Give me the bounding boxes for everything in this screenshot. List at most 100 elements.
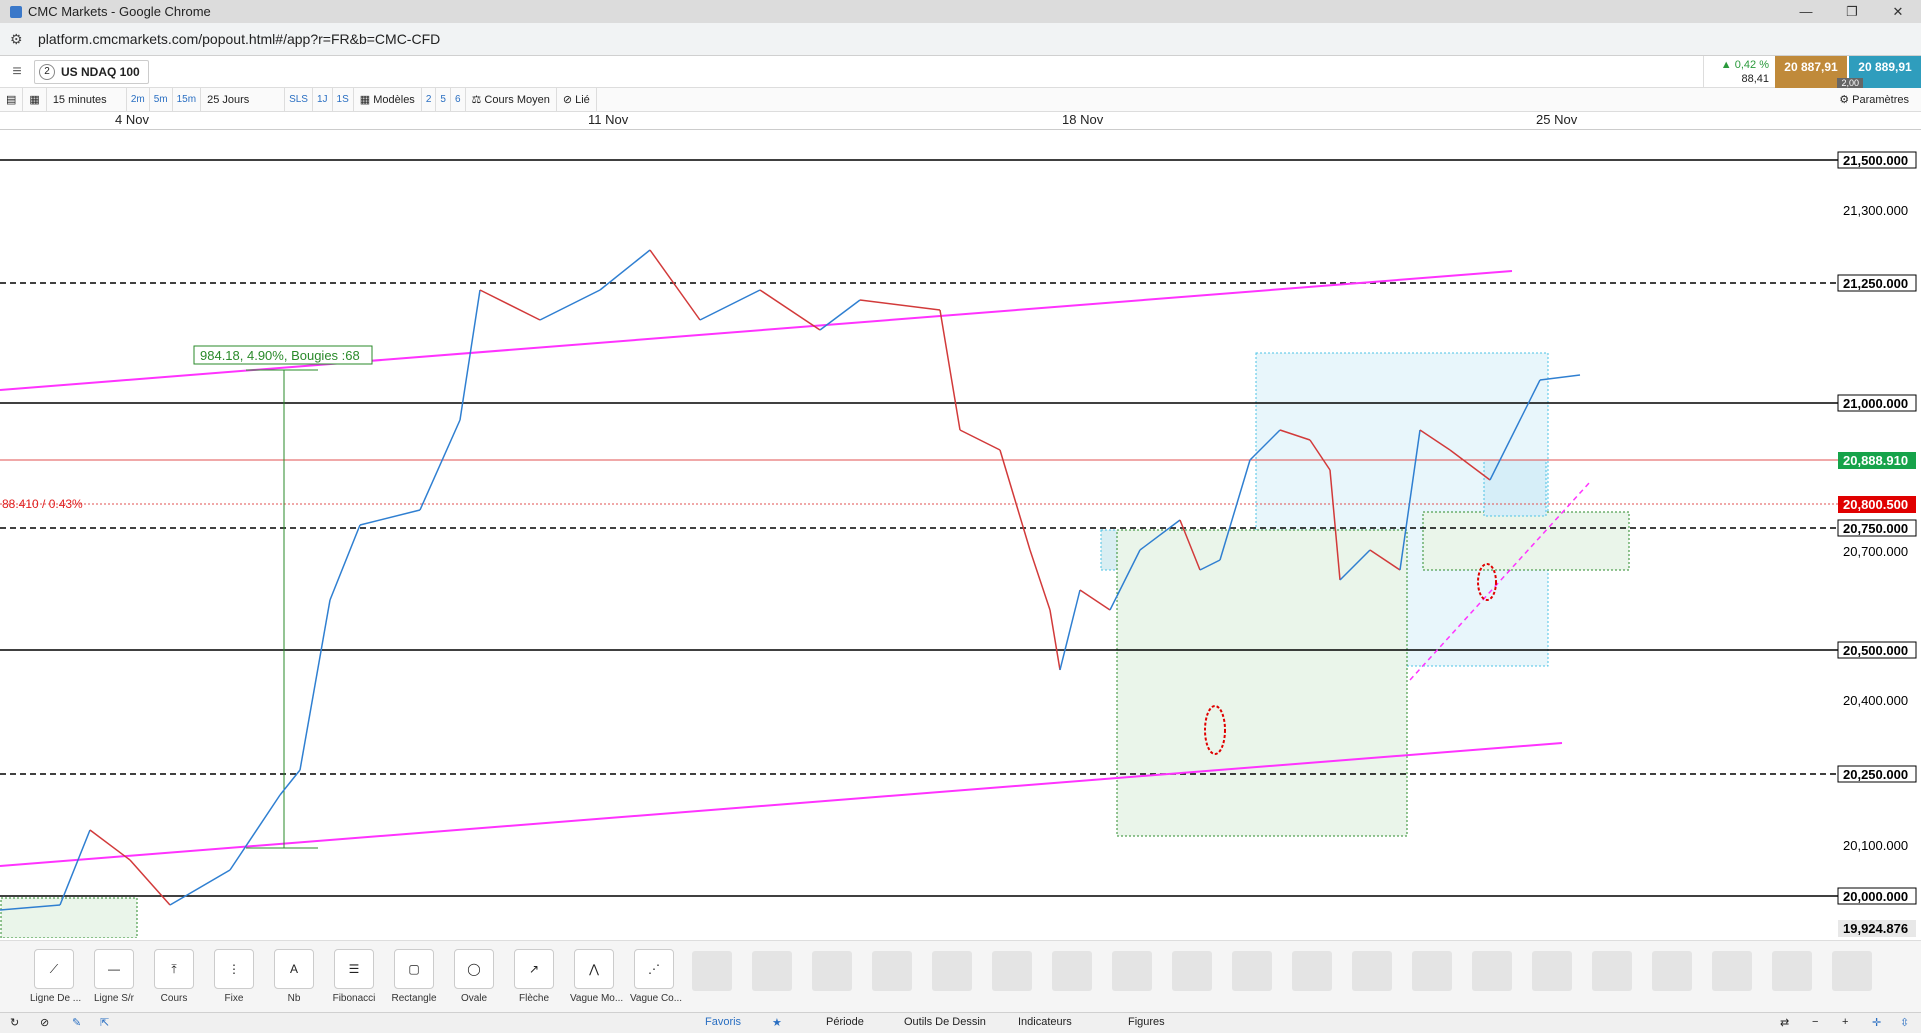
disable-icon[interactable]: ⊘ <box>40 1016 49 1029</box>
sell-button[interactable]: 20 887,91 <box>1775 56 1847 88</box>
price-segment <box>1029 549 1051 611</box>
target-zone[interactable] <box>1483 459 1547 517</box>
tab-periode[interactable]: Période <box>826 1016 864 1028</box>
measure-label: 984.18, 4.90%, Bougies :68 <box>200 348 360 363</box>
interval-15m-button[interactable]: 15m <box>173 87 202 112</box>
models-icon: ▦ <box>359 93 374 106</box>
range-zone[interactable] <box>1116 529 1408 837</box>
base-zone[interactable] <box>0 897 138 938</box>
close-icon[interactable]: ✕ <box>1875 0 1921 23</box>
tool-label: Nb <box>287 993 301 1004</box>
empty-slot[interactable] <box>1352 951 1392 991</box>
menu-icon[interactable]: ≡ <box>0 63 34 81</box>
price-segment <box>959 429 1001 451</box>
price-segment <box>649 249 701 321</box>
empty-slot[interactable] <box>872 951 912 991</box>
window-title: CMC Markets - Google Chrome <box>28 4 211 19</box>
range-1j-button[interactable]: 1J <box>313 87 333 112</box>
empty-slot[interactable] <box>1652 951 1692 991</box>
fit-icon[interactable]: ⇳ <box>1900 1016 1909 1029</box>
fibonacci-tool[interactable]: ☰ Fibonacci <box>330 949 378 1004</box>
range-1s-button[interactable]: 1S <box>333 87 354 112</box>
chart-toolbar: ▤ ▦ 15 minutes 2m 5m 15m 25 Jours SLS 1J… <box>0 87 1921 112</box>
empty-slot[interactable] <box>1292 951 1332 991</box>
average-price-button[interactable]: ⚖ Cours Moyen <box>466 87 557 112</box>
address-bar: ⚙ platform.cmcmarkets.com/popout.html#/a… <box>0 23 1921 56</box>
empty-slot[interactable] <box>932 951 972 991</box>
empty-slot[interactable] <box>1052 951 1092 991</box>
model-5-button[interactable]: 5 <box>436 87 451 112</box>
sr-line-tool[interactable]: — Ligne S/r <box>90 949 138 1004</box>
tab-outils-dessin[interactable]: Outils De Dessin <box>904 1016 986 1028</box>
empty-slot[interactable] <box>1832 951 1872 991</box>
pencil-icon[interactable]: ✎ <box>72 1016 81 1029</box>
model-2-button[interactable]: 2 <box>422 87 437 112</box>
empty-slot[interactable] <box>1592 951 1632 991</box>
url-text[interactable]: platform.cmcmarkets.com/popout.html#/app… <box>38 31 440 47</box>
empty-slot[interactable] <box>1532 951 1572 991</box>
oval-tool[interactable]: ◯ Ovale <box>450 949 498 1004</box>
range-select[interactable]: 25 Jours <box>201 87 286 112</box>
empty-slot[interactable] <box>812 951 852 991</box>
empty-slot[interactable] <box>1772 951 1812 991</box>
arrow-tool[interactable]: ↗ Flèche <box>510 949 558 1004</box>
empty-slot[interactable] <box>752 951 792 991</box>
layout-icon[interactable]: ▦ <box>23 87 47 112</box>
settings-button[interactable]: ⚙ Paramètres <box>1839 88 1909 112</box>
rectangle-icon: ▢ <box>394 949 434 989</box>
site-info-icon[interactable]: ⚙ <box>10 31 30 48</box>
instrument-name: US NDAQ 100 <box>61 64 140 79</box>
empty-slot[interactable] <box>1712 951 1752 991</box>
price-quote: ▲ 0,42 % 88,41 20 887,91 20 889,91 2,00 <box>1703 56 1921 88</box>
list-view-icon[interactable]: ▤ <box>0 87 24 112</box>
instrument-selector[interactable]: 2 US NDAQ 100 <box>34 59 149 84</box>
restore-icon[interactable]: ❐ <box>1829 0 1875 23</box>
models-button[interactable]: ▦ Modèles <box>354 87 422 112</box>
app-icon <box>10 5 22 18</box>
price-tool[interactable]: ⤒ Cours <box>150 949 198 1004</box>
wave-motor-tool[interactable]: ⋀ Vague Mo... <box>570 949 623 1004</box>
empty-slot[interactable] <box>1172 951 1212 991</box>
tool-label: Flèche <box>518 993 549 1004</box>
average-price-label: Cours Moyen <box>484 93 550 106</box>
price-segment <box>1049 609 1061 671</box>
interval-2m-button[interactable]: 2m <box>127 87 150 112</box>
empty-slot[interactable] <box>692 951 732 991</box>
breakout-zone[interactable] <box>1422 511 1630 571</box>
zoom-out-icon[interactable]: − <box>1812 1016 1818 1028</box>
arrow-icon: ↗ <box>514 949 554 989</box>
empty-slot[interactable] <box>1232 951 1272 991</box>
price-segment <box>759 289 821 331</box>
line-tool[interactable]: ⟋ Ligne De ... <box>30 949 81 1004</box>
fixed-tool[interactable]: ⋮ Fixe <box>210 949 258 1004</box>
model-6-button[interactable]: 6 <box>451 87 466 112</box>
tab-indicateurs[interactable]: Indicateurs <box>1018 1016 1072 1028</box>
swap-icon[interactable]: ⇄ <box>1780 1016 1789 1029</box>
interval-5m-button[interactable]: 5m <box>150 87 173 112</box>
tab-figures[interactable]: Figures <box>1128 1016 1165 1028</box>
empty-slot[interactable] <box>1472 951 1512 991</box>
cursor-icon[interactable]: ⇱ <box>100 1016 109 1029</box>
star-icon[interactable]: ★ <box>772 1016 782 1029</box>
zoom-in-icon[interactable]: + <box>1842 1016 1848 1028</box>
wave-corrective-tool[interactable]: ⋰ Vague Co... <box>630 949 682 1004</box>
window-titlebar: CMC Markets - Google Chrome — ❐ ✕ <box>0 0 1921 23</box>
price-label: 21,000.000 <box>1843 396 1908 411</box>
link-button[interactable]: ⊘ Lié <box>557 87 597 112</box>
price-segment <box>59 829 91 906</box>
refresh-icon[interactable]: ↻ <box>10 1016 19 1029</box>
price-segment <box>89 829 131 861</box>
average-price-icon: ⚖ <box>471 93 485 106</box>
empty-slot[interactable] <box>1412 951 1452 991</box>
tab-favoris[interactable]: Favoris <box>705 1016 741 1028</box>
empty-slot[interactable] <box>992 951 1032 991</box>
price-chart[interactable]: 984.18, 4.90%, Bougies :68 88.410 / 0.43… <box>0 130 1921 938</box>
empty-slot[interactable] <box>1112 951 1152 991</box>
interval-select[interactable]: 15 minutes <box>47 87 127 112</box>
crosshair-icon[interactable]: ✛ <box>1872 1016 1881 1029</box>
note-tool[interactable]: A Nb <box>270 949 318 1004</box>
range-sls-button[interactable]: SLS <box>285 87 313 112</box>
tool-label: Cours <box>160 993 188 1004</box>
minimize-icon[interactable]: — <box>1783 0 1829 23</box>
rectangle-tool[interactable]: ▢ Rectangle <box>390 949 438 1004</box>
